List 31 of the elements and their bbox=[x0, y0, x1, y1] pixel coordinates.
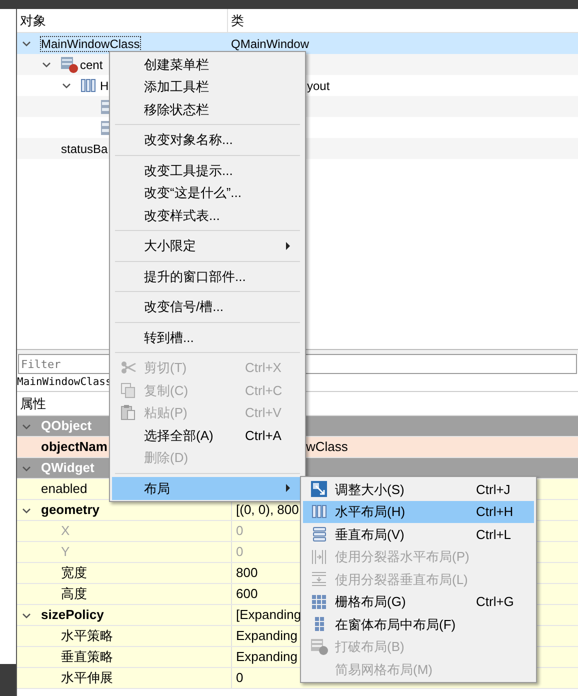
object-name-label: MainWindowClass bbox=[17, 377, 112, 388]
property-name: 垂直策略 bbox=[61, 648, 113, 666]
property-value: 800 bbox=[236, 564, 258, 582]
class-name: yout bbox=[307, 78, 330, 92]
property-name: geometry bbox=[41, 501, 100, 520]
property-value: 0 bbox=[236, 669, 244, 688]
property-name: 水平策略 bbox=[61, 627, 113, 646]
property-name: 水平伸展 bbox=[61, 669, 113, 688]
object-name: cent bbox=[80, 58, 103, 72]
property-value: 0 bbox=[236, 543, 244, 562]
property-name: enabled bbox=[41, 480, 88, 498]
property-name: objectNam bbox=[41, 438, 108, 456]
object-name: statusBa bbox=[61, 142, 108, 156]
group-name: QObject bbox=[41, 417, 92, 436]
property-value: Expanding bbox=[236, 627, 298, 646]
property-name: sizePolicy bbox=[41, 606, 104, 624]
property-value: [Expanding bbox=[236, 606, 302, 624]
group-name: QWidget bbox=[41, 459, 94, 478]
column-header: 属性 bbox=[20, 394, 46, 413]
property-name: X bbox=[61, 522, 70, 540]
property-value: [(0, 0), 800 bbox=[236, 501, 299, 520]
property-value: 0 bbox=[236, 522, 244, 540]
property-name: Y bbox=[61, 543, 70, 562]
class-name: QMainWindow bbox=[231, 36, 310, 50]
property-name: 宽度 bbox=[61, 564, 87, 582]
object-name: H bbox=[100, 78, 109, 92]
property-name: 高度 bbox=[61, 585, 87, 604]
property-value: Expanding bbox=[236, 648, 298, 666]
object-name: MainWindowClass bbox=[41, 36, 140, 50]
property-value: 600 bbox=[236, 585, 258, 604]
property-value: wClass bbox=[306, 438, 348, 456]
